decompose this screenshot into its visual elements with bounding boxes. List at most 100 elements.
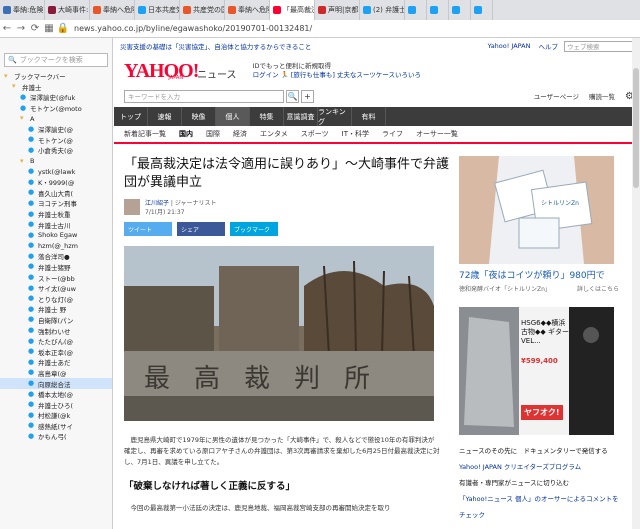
ad-guitar[interactable]: HSG6◆◆横浜 古物◆◆ ギター VEL... ¥599,400 ヤフオク! bbox=[459, 307, 614, 435]
bookmark-folder[interactable]: ▾ A bbox=[0, 113, 112, 124]
ad-supplement[interactable]: シトルリンZn bbox=[459, 156, 614, 264]
nav-item[interactable]: 有料 bbox=[352, 107, 386, 126]
nav-item[interactable]: 意識調査 bbox=[284, 107, 318, 126]
bookmark-item[interactable]: ● モトケン(@ bbox=[0, 135, 112, 146]
nav-item[interactable]: 特集 bbox=[250, 107, 284, 126]
bookmark-item[interactable]: ● 弁護士秋重 bbox=[0, 209, 112, 220]
bookmark-item[interactable]: ● とりな灯(@ bbox=[0, 293, 112, 304]
right-link[interactable]: Yahoo! JAPAN クリエイターズプログラム bbox=[459, 459, 619, 475]
page-scrollbar[interactable] bbox=[632, 38, 640, 529]
bookmark-item[interactable]: ● 弁護士ひろ( bbox=[0, 399, 112, 410]
apps-icon[interactable]: ▦ bbox=[42, 22, 56, 36]
bookmark-item[interactable]: ● 弁護士 野 bbox=[0, 304, 112, 315]
bookmark-folder[interactable]: ▾ B bbox=[0, 156, 112, 167]
browser-tab[interactable]: 奉納:危険 bbox=[0, 0, 45, 20]
url-text[interactable]: news.yahoo.co.jp/byline/egawashoko/20190… bbox=[74, 24, 312, 33]
subnav-item[interactable]: 経済 bbox=[233, 129, 247, 139]
scrollbar-thumb[interactable] bbox=[633, 68, 639, 188]
disaster-support-link[interactable]: 災害支援の基礎は「災害協定」、自治体と協力するからできること bbox=[120, 41, 311, 51]
bookmark-item[interactable]: ● Shoko Egaw bbox=[0, 230, 112, 241]
browser-tab[interactable]: 大崎事件: bbox=[45, 0, 90, 20]
yahoo-japan-link[interactable]: Yahoo! JAPAN bbox=[488, 42, 531, 50]
bookmark-item[interactable]: ● モトケン(@moto bbox=[0, 103, 112, 114]
bookmark-item[interactable]: ● K・9999(@ bbox=[0, 177, 112, 188]
bookmark-item[interactable]: ● 高島章(@ bbox=[0, 368, 112, 379]
bookmark-item[interactable]: ● かもん弓( bbox=[0, 431, 112, 442]
bookmark-item[interactable]: ● 自衛隊(パン bbox=[0, 315, 112, 326]
facebook-share-button[interactable]: シェア bbox=[177, 222, 225, 236]
keyword-input[interactable]: キーワードを入力 bbox=[124, 89, 284, 103]
bookmark-item[interactable]: ● 弁護士猪野 bbox=[0, 262, 112, 273]
reload-icon[interactable]: ⟳ bbox=[28, 22, 42, 36]
bookmark-item[interactable]: ● 落合洋司● bbox=[0, 251, 112, 262]
subnav-item[interactable]: スポーツ bbox=[301, 129, 329, 139]
right-link[interactable]: 「Yahoo!ニュース 個人」のオーサーによるコメントをチェック bbox=[459, 491, 619, 523]
hatena-bookmark-button[interactable]: ブックマーク bbox=[230, 222, 278, 236]
subscription-link[interactable]: 購読一覧 bbox=[589, 91, 615, 101]
browser-tab[interactable] bbox=[405, 0, 427, 20]
login-link[interactable]: ログイン 🏃 [旅行も仕事も] 丈夫なスーツケースいろいろ bbox=[253, 71, 421, 80]
search-icon[interactable]: 🔍 bbox=[286, 89, 299, 103]
nav-item[interactable]: 速報 bbox=[148, 107, 182, 126]
subnav-item[interactable]: エンタメ bbox=[260, 129, 288, 139]
browser-tab[interactable] bbox=[449, 0, 471, 20]
yahoo-logo[interactable]: YAHOO! bbox=[124, 60, 199, 83]
back-icon[interactable]: ← bbox=[0, 22, 14, 36]
help-link[interactable]: ヘルプ bbox=[539, 41, 559, 51]
avatar[interactable] bbox=[124, 199, 140, 215]
bookmark-item[interactable]: ● 強制わいせ bbox=[0, 325, 112, 336]
browser-tab[interactable]: (2) 弁護士 bbox=[360, 0, 405, 20]
bookmark-item[interactable]: ● 小倉秀夫(@ bbox=[0, 145, 112, 156]
nav-item[interactable]: 個人 bbox=[216, 107, 250, 126]
bookmark-item[interactable]: ● たたびん(@ bbox=[0, 336, 112, 347]
browser-tab[interactable]: 声明|京都 bbox=[315, 0, 360, 20]
bookmark-item[interactable]: ● ストー(@bb bbox=[0, 272, 112, 283]
bookmark-item[interactable]: ● 深澤諭史(@ bbox=[0, 124, 112, 135]
bookmark-item[interactable]: ● ystk(@lawk bbox=[0, 166, 112, 177]
nav-item[interactable]: 映像 bbox=[182, 107, 216, 126]
bookmark-item[interactable]: ● 喜久山大貴( bbox=[0, 188, 112, 199]
subnav-item[interactable]: 国際 bbox=[206, 129, 220, 139]
ad-more-link[interactable]: 詳しくはこちら bbox=[577, 284, 619, 293]
bookmark-search-input[interactable]: 🔍 ブックマークを検索 bbox=[4, 53, 108, 67]
web-search-input[interactable]: ウェブ検索 bbox=[564, 40, 634, 52]
nav-item[interactable]: トップ bbox=[114, 107, 148, 126]
bookmark-item[interactable]: ● hzm(@_hzm bbox=[0, 241, 112, 252]
author-name[interactable]: 江川紹子 bbox=[145, 200, 169, 207]
browser-tab[interactable] bbox=[427, 0, 449, 20]
ad-title[interactable]: 72歳「夜はコイツが頼り」980円で bbox=[459, 268, 619, 281]
bookmark-folder[interactable]: ▾ 弁護士 bbox=[0, 82, 112, 93]
twitter-bird-icon: ● bbox=[28, 262, 35, 271]
bookmark-item[interactable]: ● 村松謙(@k bbox=[0, 410, 112, 421]
bookmark-item[interactable]: ● 弁護士古川 bbox=[0, 219, 112, 230]
twitter-bird-icon: ● bbox=[28, 188, 35, 197]
bookmark-item[interactable]: ● 感熱紙(サイ bbox=[0, 421, 112, 432]
bookmark-folder[interactable]: ▾ ブックマークバー bbox=[0, 71, 112, 82]
browser-tab[interactable] bbox=[471, 0, 493, 20]
bookmark-item[interactable]: ● 坂本正幸(@ bbox=[0, 346, 112, 357]
twitter-bird-icon: ● bbox=[28, 177, 35, 186]
nav-item[interactable]: ランキング bbox=[318, 107, 352, 126]
bookmark-item[interactable]: ● 弁護士あだ bbox=[0, 357, 112, 368]
bookmark-item[interactable]: ● 深澤諭史(@fuk bbox=[0, 92, 112, 103]
browser-tab[interactable]: 「最高裁決 bbox=[270, 0, 315, 20]
browser-tab[interactable]: 日本共産党 bbox=[135, 0, 180, 20]
subnav-item[interactable]: 新着記事一覧 bbox=[124, 129, 166, 139]
subnav-item[interactable]: オーサー一覧 bbox=[416, 129, 458, 139]
tweet-button[interactable]: ツイート bbox=[124, 222, 172, 236]
subnav-item[interactable]: ライフ bbox=[382, 129, 403, 139]
bookmark-label: 向原総合法 bbox=[38, 380, 71, 389]
id-signup-text[interactable]: IDでもっと便利に新規取得 bbox=[253, 62, 421, 71]
browser-tab[interactable]: 奉納へ危険 bbox=[90, 0, 135, 20]
bookmark-item[interactable]: ● 向原総合法 bbox=[0, 378, 112, 389]
browser-tab[interactable]: 共産党の国 bbox=[180, 0, 225, 20]
subnav-item[interactable]: IT・科学 bbox=[342, 129, 369, 139]
user-page-link[interactable]: ユーザーページ bbox=[534, 91, 579, 101]
bookmark-item[interactable]: ● ヨコテン刑事 bbox=[0, 198, 112, 209]
browser-tab[interactable]: 奉納へ危険 bbox=[225, 0, 270, 20]
forward-icon[interactable]: → bbox=[14, 22, 28, 36]
bookmark-item[interactable]: ● 橋本太地(@ bbox=[0, 389, 112, 400]
bookmark-item[interactable]: ● サイ太(@uw bbox=[0, 283, 112, 294]
plus-icon[interactable]: + bbox=[301, 89, 314, 103]
subnav-item[interactable]: 国内 bbox=[179, 129, 193, 139]
